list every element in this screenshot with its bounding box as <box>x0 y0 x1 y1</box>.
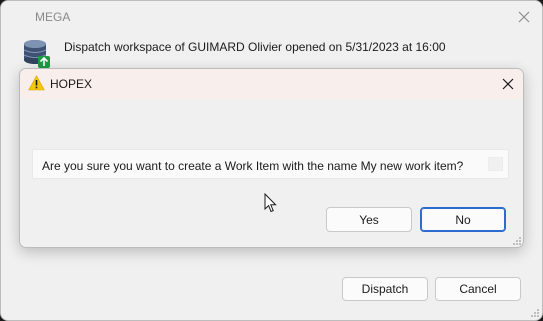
question-panel: Are you sure you want to create a Work I… <box>32 149 509 179</box>
hopex-close-button[interactable] <box>497 74 519 94</box>
question-scroll-box <box>488 157 503 171</box>
close-icon <box>502 78 514 90</box>
dispatch-button[interactable]: Dispatch <box>342 277 428 301</box>
resize-grip-icon[interactable] <box>530 308 540 318</box>
mouse-cursor-icon <box>264 193 277 213</box>
hopex-titlebar: HOPEX <box>20 69 523 99</box>
mega-close-button[interactable] <box>513 7 535 27</box>
mega-titlebar: MEGA <box>1 1 542 33</box>
no-button[interactable]: No <box>420 207 506 232</box>
yes-button[interactable]: Yes <box>326 207 412 232</box>
warning-icon <box>28 75 45 91</box>
resize-grip-icon[interactable] <box>512 236 522 246</box>
close-icon <box>518 11 530 23</box>
database-upload-icon <box>23 40 50 68</box>
confirm-question: Are you sure you want to create a Work I… <box>42 159 464 173</box>
mega-message: Dispatch workspace of GUIMARD Olivier op… <box>64 40 446 54</box>
hopex-dialog-title: HOPEX <box>50 77 93 91</box>
hopex-dialog: HOPEX Are you sure you want to create a … <box>19 68 524 248</box>
mega-window-title: MEGA <box>35 10 71 24</box>
cancel-button[interactable]: Cancel <box>435 277 521 301</box>
